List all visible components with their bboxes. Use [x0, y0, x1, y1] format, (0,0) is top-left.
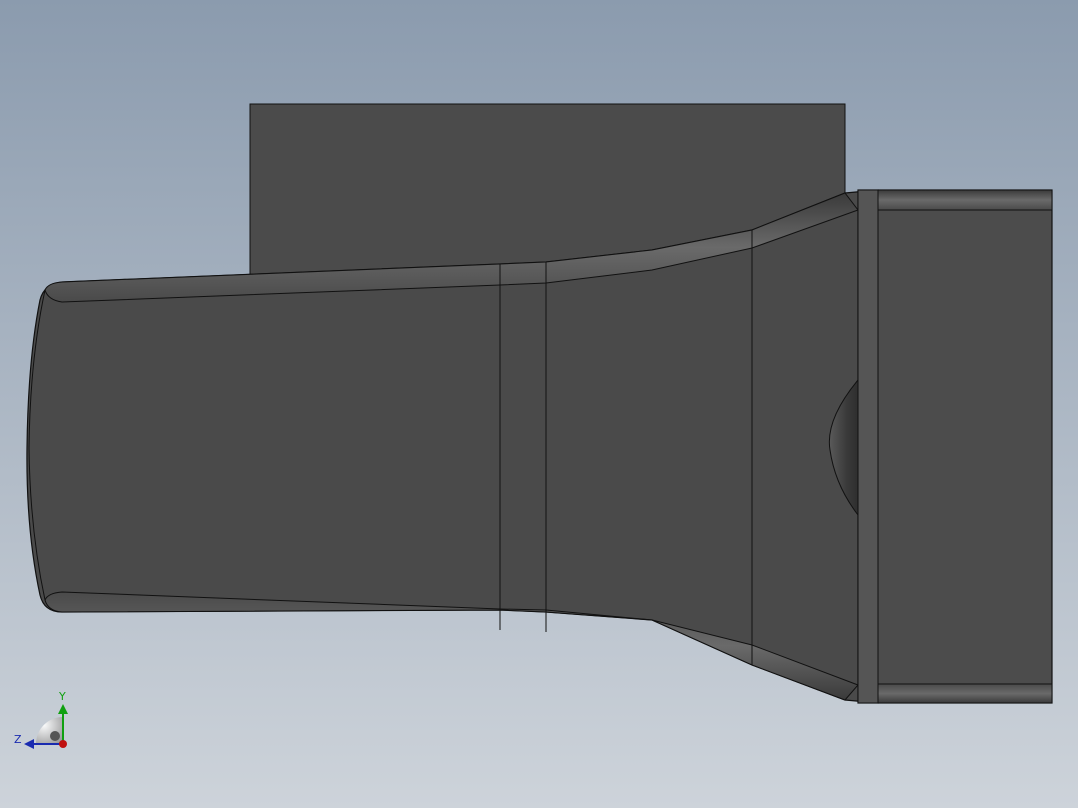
z-axis-label: Z [14, 733, 22, 746]
head-top-fillet [857, 189, 1053, 211]
head-bottom-fillet [857, 683, 1053, 704]
3d-graphics-viewport[interactable]: Y Z [0, 0, 1078, 808]
x-axis-origin-icon [59, 740, 67, 748]
head-side-fillet [857, 189, 879, 704]
head-block-face[interactable] [857, 189, 1053, 704]
model-canvas[interactable]: Y Z [0, 0, 1078, 808]
triad-inner-dot [50, 731, 60, 741]
y-axis-label: Y [58, 690, 66, 703]
